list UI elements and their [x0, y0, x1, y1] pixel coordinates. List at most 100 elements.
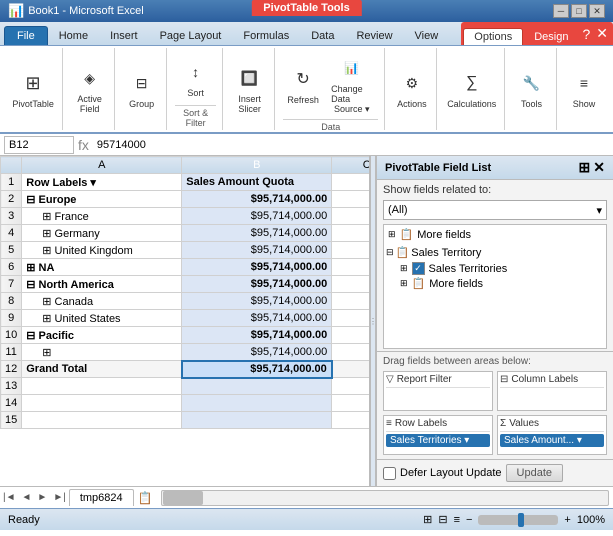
tab-review[interactable]: Review — [345, 26, 403, 45]
maximize-btn[interactable]: □ — [571, 4, 587, 18]
cell-a14[interactable] — [22, 395, 182, 412]
cell-a12[interactable]: Grand Total — [22, 361, 182, 378]
pf-all-dropdown[interactable]: (All) ▾ — [383, 200, 607, 220]
change-source-btn[interactable]: 📊 Change Data Source ▾ — [325, 50, 378, 119]
cell-c13[interactable] — [332, 378, 370, 395]
tab-data[interactable]: Data — [300, 26, 345, 45]
cell-a4[interactable]: ⊞ Germany — [22, 225, 182, 242]
group-btn[interactable]: ⊟ Group — [122, 65, 162, 113]
scroll-thumb[interactable] — [163, 491, 203, 505]
cell-a7[interactable]: ⊟ North America — [22, 276, 182, 293]
sheet-tab-tmp6824[interactable]: tmp6824 — [69, 489, 134, 506]
cell-b2[interactable]: $95,714,000.00 — [182, 191, 332, 208]
tab-formulas[interactable]: Formulas — [232, 26, 300, 45]
zoom-slider[interactable] — [478, 515, 558, 525]
cell-a9[interactable]: ⊞ United States — [22, 310, 182, 327]
cell-c8[interactable] — [332, 293, 370, 310]
zoom-in-icon[interactable]: + — [564, 514, 570, 526]
refresh-btn[interactable]: ↻ Refresh — [283, 61, 323, 109]
pf-more-fields-1[interactable]: ⊞ 📋 More fields — [386, 227, 604, 242]
cell-b4[interactable]: $95,714,000.00 — [182, 225, 332, 242]
cell-b6[interactable]: $95,714,000.00 — [182, 259, 332, 276]
cell-c14[interactable] — [332, 395, 370, 412]
cell-b14[interactable] — [182, 395, 332, 412]
normal-view-icon[interactable]: ⊞ — [423, 513, 432, 526]
sort-btn[interactable]: ↕ Sort — [176, 54, 216, 102]
calculations-btn[interactable]: ∑ Calculations — [441, 65, 502, 113]
sheet-nav-prev[interactable]: ◄ — [19, 492, 35, 503]
defer-checkbox[interactable] — [383, 467, 396, 480]
pf-sales-territories-item[interactable]: ⊞ ✓ Sales Territories — [386, 261, 604, 276]
cell-a5[interactable]: ⊞ United Kingdom — [22, 242, 182, 259]
col-c-header[interactable]: C — [332, 157, 370, 174]
cell-c3[interactable] — [332, 208, 370, 225]
cell-c10[interactable] — [332, 327, 370, 344]
horizontal-scrollbar[interactable] — [161, 490, 609, 506]
sales-territories-chip[interactable]: Sales Territories ▾ — [386, 434, 490, 447]
cell-b8[interactable]: $95,714,000.00 — [182, 293, 332, 310]
cell-c5[interactable] — [332, 242, 370, 259]
cell-b10[interactable]: $95,714,000.00 — [182, 327, 332, 344]
formula-input[interactable] — [93, 136, 609, 154]
cell-a11[interactable]: ⊞ — [22, 344, 182, 361]
cell-a6[interactable]: ⊞ NA — [22, 259, 182, 276]
cell-c15[interactable] — [332, 412, 370, 429]
cell-a2[interactable]: ⊟ Europe — [22, 191, 182, 208]
ribbon-close-icon[interactable]: ✕ — [593, 25, 611, 42]
tab-view[interactable]: View — [404, 26, 450, 45]
tools-btn[interactable]: 🔧 Tools — [512, 65, 552, 113]
pf-sales-territories-checkbox[interactable]: ✓ — [412, 262, 425, 275]
zoom-out-icon[interactable]: − — [466, 514, 472, 526]
cell-c7[interactable] — [332, 276, 370, 293]
col-a-header[interactable]: A — [22, 157, 182, 174]
update-btn[interactable]: Update — [506, 464, 563, 482]
cell-c12[interactable] — [332, 361, 370, 378]
page-break-icon[interactable]: ≡ — [454, 514, 460, 526]
cell-b13[interactable] — [182, 378, 332, 395]
pf-layout-icon[interactable]: ⊞ — [579, 159, 591, 176]
tab-design[interactable]: Design — [523, 28, 579, 45]
cell-b3[interactable]: $95,714,000.00 — [182, 208, 332, 225]
tab-options[interactable]: Options — [463, 28, 523, 45]
page-layout-icon[interactable]: ⊟ — [438, 513, 447, 526]
cell-c6[interactable] — [332, 259, 370, 276]
sheet-nav-last[interactable]: ►| — [50, 492, 69, 503]
cell-a15[interactable] — [22, 412, 182, 429]
cell-b9[interactable]: $95,714,000.00 — [182, 310, 332, 327]
col-b-header[interactable]: B — [182, 157, 332, 174]
cell-b11[interactable]: $95,714,000.00 — [182, 344, 332, 361]
cell-c11[interactable] — [332, 344, 370, 361]
cell-a8[interactable]: ⊞ Canada — [22, 293, 182, 310]
name-box[interactable] — [4, 136, 74, 154]
cell-a13[interactable] — [22, 378, 182, 395]
cell-b5[interactable]: $95,714,000.00 — [182, 242, 332, 259]
cell-b7[interactable]: $95,714,000.00 — [182, 276, 332, 293]
cell-a10[interactable]: ⊟ Pacific — [22, 327, 182, 344]
sheet-nav-next[interactable]: ► — [34, 492, 50, 503]
zoom-thumb[interactable] — [518, 513, 524, 527]
tab-insert[interactable]: Insert — [99, 26, 149, 45]
tab-home[interactable]: Home — [48, 26, 99, 45]
cell-c4[interactable] — [332, 225, 370, 242]
sheet-tab-add-icon[interactable]: 📋 — [134, 491, 157, 505]
cell-a1[interactable]: Row Labels ▾ — [22, 174, 182, 191]
close-btn[interactable]: ✕ — [589, 4, 605, 18]
pf-close-icon[interactable]: ✕ — [593, 159, 605, 176]
cell-b1[interactable]: Sales Amount Quota — [182, 174, 332, 191]
tab-file[interactable]: File — [4, 26, 48, 45]
ribbon-help-icon[interactable]: ? — [579, 26, 593, 42]
cell-b15[interactable] — [182, 412, 332, 429]
minimize-btn[interactable]: ─ — [553, 4, 569, 18]
tab-page-layout[interactable]: Page Layout — [149, 26, 233, 45]
slicer-btn[interactable]: 🔲 Insert Slicer — [230, 60, 270, 118]
pf-more-fields-2[interactable]: ⊞ 📋 More fields — [386, 276, 604, 291]
sheet-nav-first[interactable]: |◄ — [0, 492, 19, 503]
cell-c1[interactable] — [332, 174, 370, 191]
cell-b12[interactable]: $95,714,000.00 — [182, 361, 332, 378]
cell-c9[interactable] — [332, 310, 370, 327]
pivottable-btn[interactable]: ⊞ PivotTable — [6, 65, 60, 113]
activefield-btn[interactable]: ◈ Active Field — [70, 60, 110, 118]
cell-a3[interactable]: ⊞ France — [22, 208, 182, 225]
actions-btn[interactable]: ⚙ Actions — [391, 65, 433, 113]
sales-amount-chip[interactable]: Sales Amount... ▾ — [500, 434, 604, 447]
